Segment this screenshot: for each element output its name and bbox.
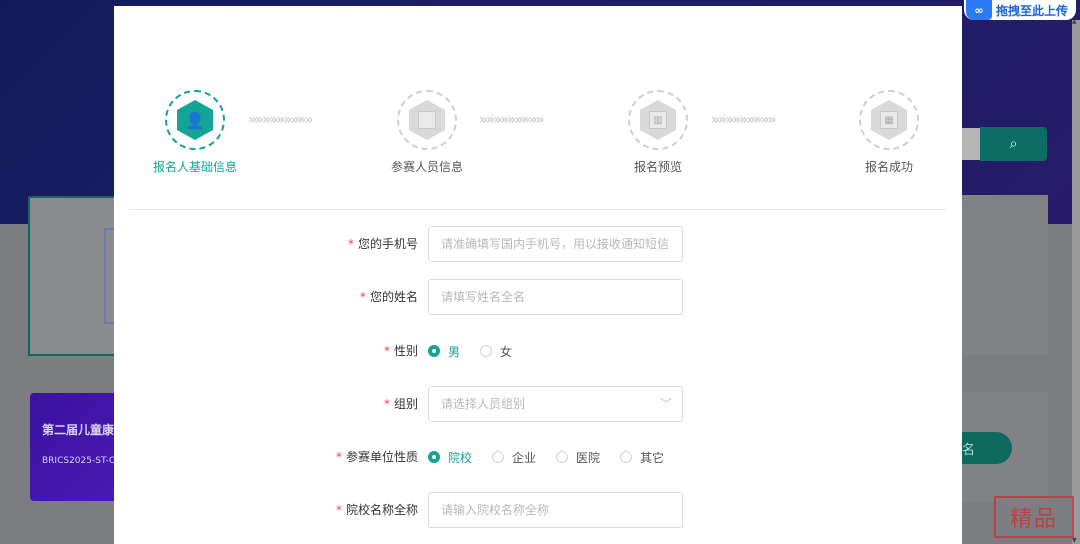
divider	[130, 209, 946, 210]
phone-row: * 您的手机号 请准确填写国内手机号，用以接收通知短信	[114, 226, 962, 262]
step-label: 报名人基础信息	[152, 160, 237, 174]
calendar-check-icon: ▦	[880, 111, 898, 129]
step-arrows: »»»»»»»»»	[248, 112, 313, 128]
user-gear-icon: 👤	[185, 110, 205, 130]
school-name-input[interactable]: 请输入院校名称全称	[428, 492, 683, 528]
upload-pill-label: 拖拽至此上传	[996, 3, 1069, 18]
step-label: 报名预览	[633, 160, 682, 174]
step-success: ▦ 报名成功	[829, 90, 949, 175]
radio-dot	[480, 345, 493, 357]
registration-modal: 👤 报名人基础信息 »»»»»»»»» 参赛人员信息 »»»»»»»»» ▥ 报…	[114, 6, 962, 544]
group-select[interactable]: 请选择人员组别 ﹀	[428, 386, 683, 422]
step-circle: ▦	[859, 90, 919, 150]
step-basic-info: 👤 报名人基础信息	[135, 90, 255, 175]
radio-dot	[428, 345, 440, 357]
school-name-label: * 院校名称全称	[335, 503, 418, 517]
radio-dot	[428, 451, 440, 463]
name-row: * 您的姓名 请填写姓名全名	[114, 279, 962, 315]
search-button-background: ⌕	[980, 127, 1047, 161]
unit-type-radio-other[interactable]: 其它	[620, 449, 664, 466]
page-scrollbar[interactable]	[1072, 18, 1080, 544]
radio-dot	[492, 451, 505, 463]
signup-button-background: 名	[962, 432, 1012, 464]
gender-radio-female[interactable]: 女	[480, 343, 512, 360]
unit-type-radio-hospital[interactable]: 医院	[556, 449, 600, 466]
gender-radio-group: 男 女	[428, 333, 532, 369]
step-circle: 👤	[165, 90, 225, 150]
gender-row: * 性别 男 女	[114, 333, 962, 369]
document-icon	[418, 111, 436, 129]
watermark-stamp: 精品	[994, 496, 1074, 538]
unit-type-label: * 参赛单位性质	[335, 450, 418, 464]
school-name-row: * 院校名称全称 请输入院校名称全称	[114, 492, 962, 528]
event-title: 第二届儿童康	[42, 423, 115, 437]
name-input[interactable]: 请填写姓名全名	[428, 279, 683, 315]
step-label: 报名成功	[864, 160, 913, 174]
radio-dot	[556, 451, 569, 463]
chevron-down-icon: ﹀	[659, 397, 672, 411]
event-card: 第二届儿童康 BRICS2025-ST-C	[30, 393, 120, 501]
event-code: BRICS2025-ST-C	[42, 456, 116, 466]
gender-label: * 性别	[383, 344, 418, 358]
search-input-background	[962, 128, 982, 160]
step-arrows: »»»»»»»»»	[711, 112, 776, 128]
chart-doc-icon: ▥	[649, 111, 667, 129]
group-row: * 组别 请选择人员组别 ﹀	[114, 386, 962, 422]
name-label: * 您的姓名	[359, 290, 418, 304]
step-arrows: »»»»»»»»»	[479, 112, 544, 128]
group-label: * 组别	[383, 397, 418, 411]
unit-type-row: * 参赛单位性质 院校 企业 医院 其它	[114, 439, 962, 475]
gender-radio-male[interactable]: 男	[428, 343, 460, 360]
phone-input[interactable]: 请准确填写国内手机号，用以接收通知短信	[428, 226, 683, 262]
step-circle: ▥	[628, 90, 688, 150]
phone-label: * 您的手机号	[347, 237, 418, 251]
step-label: 参赛人员信息	[390, 160, 463, 174]
background-card-right	[962, 195, 1048, 355]
unit-type-radio-group: 院校 企业 医院 其它	[428, 439, 684, 475]
group-select-placeholder: 请选择人员组别	[441, 397, 526, 411]
search-icon: ⌕	[1009, 136, 1018, 152]
upload-drop-pill[interactable]: ∞ 拖拽至此上传	[964, 0, 1076, 20]
step-participant-info: 参赛人员信息	[367, 90, 487, 175]
step-circle	[397, 90, 457, 150]
step-indicator: 👤 报名人基础信息 »»»»»»»»» 参赛人员信息 »»»»»»»»» ▥ 报…	[114, 90, 962, 190]
unit-type-radio-school[interactable]: 院校	[428, 449, 472, 466]
radio-dot	[620, 451, 633, 463]
step-preview: ▥ 报名预览	[598, 90, 718, 175]
cloud-upload-icon: ∞	[966, 0, 992, 20]
unit-type-radio-enterprise[interactable]: 企业	[492, 449, 536, 466]
